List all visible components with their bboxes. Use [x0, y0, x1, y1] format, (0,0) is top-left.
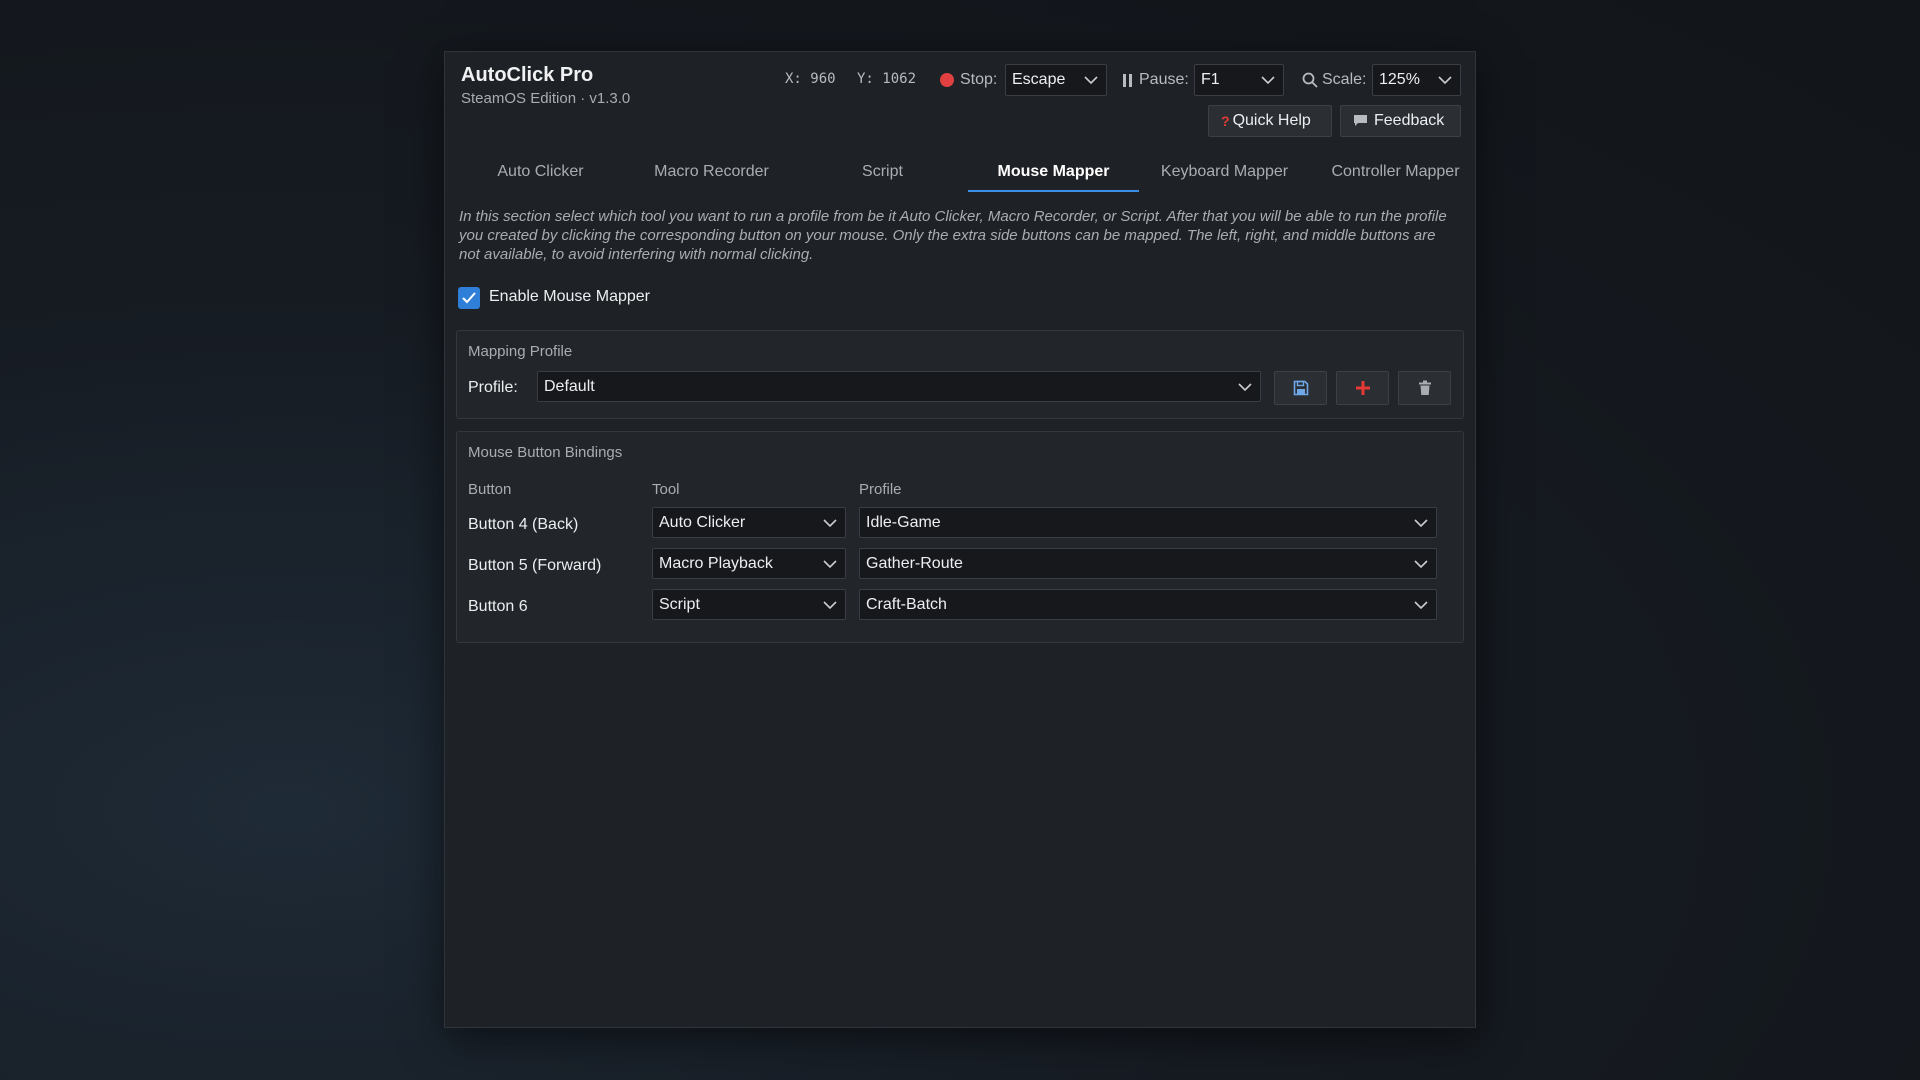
y-coordinate-readout: Y: 1062: [857, 71, 917, 87]
tab-script[interactable]: Script: [797, 152, 968, 192]
save-profile-button[interactable]: [1274, 371, 1327, 405]
quick-help-label: Quick Help: [1232, 112, 1311, 130]
binding-profile-select[interactable]: Gather-Route: [859, 548, 1437, 579]
chevron-down-icon: [823, 601, 837, 610]
pause-label: Pause:: [1139, 71, 1189, 88]
x-coordinate-readout: X: 960: [785, 71, 836, 87]
delete-profile-button[interactable]: [1398, 371, 1451, 405]
scale-value: 125%: [1379, 71, 1420, 88]
binding-profile-value: Idle-Game: [866, 514, 941, 531]
binding-tool-select[interactable]: Script: [652, 589, 846, 620]
binding-profile-select[interactable]: Craft-Batch: [859, 589, 1437, 620]
stop-indicator-icon: [940, 73, 954, 87]
tab-mouse-mapper[interactable]: Mouse Mapper: [968, 152, 1139, 192]
stop-hotkey-select[interactable]: Escape: [1005, 64, 1107, 96]
plus-icon: [1356, 381, 1370, 395]
binding-tool-value: Macro Playback: [659, 555, 773, 572]
bindings-title: Mouse Button Bindings: [468, 444, 623, 461]
pause-hotkey-select[interactable]: F1: [1194, 64, 1284, 96]
column-header-button: Button: [468, 481, 512, 498]
tab-bar: Auto Clicker Macro Recorder Script Mouse…: [455, 152, 1467, 192]
tab-macro-recorder[interactable]: Macro Recorder: [626, 152, 797, 192]
binding-tool-select[interactable]: Auto Clicker: [652, 507, 846, 538]
pause-icon: [1123, 74, 1133, 87]
app-subtitle: SteamOS Edition · v1.3.0: [461, 90, 631, 107]
feedback-button[interactable]: Feedback: [1340, 105, 1461, 137]
binding-button-label: Button 4 (Back): [468, 516, 579, 533]
trash-icon: [1419, 380, 1431, 395]
app-window: AutoClick Pro SteamOS Edition · v1.3.0 X…: [444, 51, 1476, 1028]
chevron-down-icon: [1238, 383, 1252, 392]
binding-tool-value: Auto Clicker: [659, 514, 746, 531]
tab-keyboard-mapper[interactable]: Keyboard Mapper: [1139, 152, 1310, 192]
profile-value: Default: [544, 378, 595, 395]
search-icon: [1302, 72, 1318, 88]
chevron-down-icon: [1261, 76, 1275, 85]
add-profile-button[interactable]: [1336, 371, 1389, 405]
chevron-down-icon: [1414, 519, 1428, 528]
mouse-button-bindings-group: Mouse Button Bindings Button Tool Profil…: [456, 431, 1464, 643]
profile-label: Profile:: [468, 379, 518, 396]
chevron-down-icon: [1438, 76, 1452, 85]
binding-profile-select[interactable]: Idle-Game: [859, 507, 1437, 538]
chevron-down-icon: [1084, 76, 1098, 85]
binding-tool-select[interactable]: Macro Playback: [652, 548, 846, 579]
scale-select[interactable]: 125%: [1372, 64, 1461, 96]
enable-mouse-mapper-label[interactable]: Enable Mouse Mapper: [489, 288, 650, 306]
tab-auto-clicker[interactable]: Auto Clicker: [455, 152, 626, 192]
chevron-down-icon: [1414, 601, 1428, 610]
chevron-down-icon: [823, 519, 837, 528]
feedback-label: Feedback: [1374, 112, 1445, 129]
profile-select[interactable]: Default: [537, 371, 1261, 402]
stop-label: Stop:: [960, 71, 998, 88]
checkmark-icon: [462, 292, 476, 304]
mapping-profile-title: Mapping Profile: [468, 343, 573, 360]
binding-tool-value: Script: [659, 596, 700, 613]
column-header-profile: Profile: [859, 481, 902, 498]
binding-button-label: Button 5 (Forward): [468, 557, 602, 574]
quick-help-button[interactable]: ? Quick Help: [1208, 105, 1332, 137]
app-title: AutoClick Pro: [461, 64, 594, 86]
stop-hotkey-value: Escape: [1012, 71, 1066, 88]
binding-profile-value: Craft-Batch: [866, 596, 947, 613]
mapping-profile-group: Mapping Profile Profile: Default: [456, 330, 1464, 419]
binding-profile-value: Gather-Route: [866, 555, 963, 572]
scale-label: Scale:: [1322, 71, 1367, 88]
binding-button-label: Button 6: [468, 598, 528, 615]
tab-controller-mapper[interactable]: Controller Mapper: [1310, 152, 1481, 192]
question-mark-icon: ?: [1221, 113, 1230, 129]
chevron-down-icon: [1414, 560, 1428, 569]
chat-bubble-icon: [1354, 115, 1367, 127]
pause-hotkey-value: F1: [1201, 71, 1220, 88]
chevron-down-icon: [823, 560, 837, 569]
floppy-disk-icon: [1293, 380, 1309, 396]
enable-mouse-mapper-checkbox[interactable]: [458, 287, 480, 309]
section-description: In this section select which tool you wa…: [459, 208, 1447, 263]
column-header-tool: Tool: [652, 481, 680, 498]
